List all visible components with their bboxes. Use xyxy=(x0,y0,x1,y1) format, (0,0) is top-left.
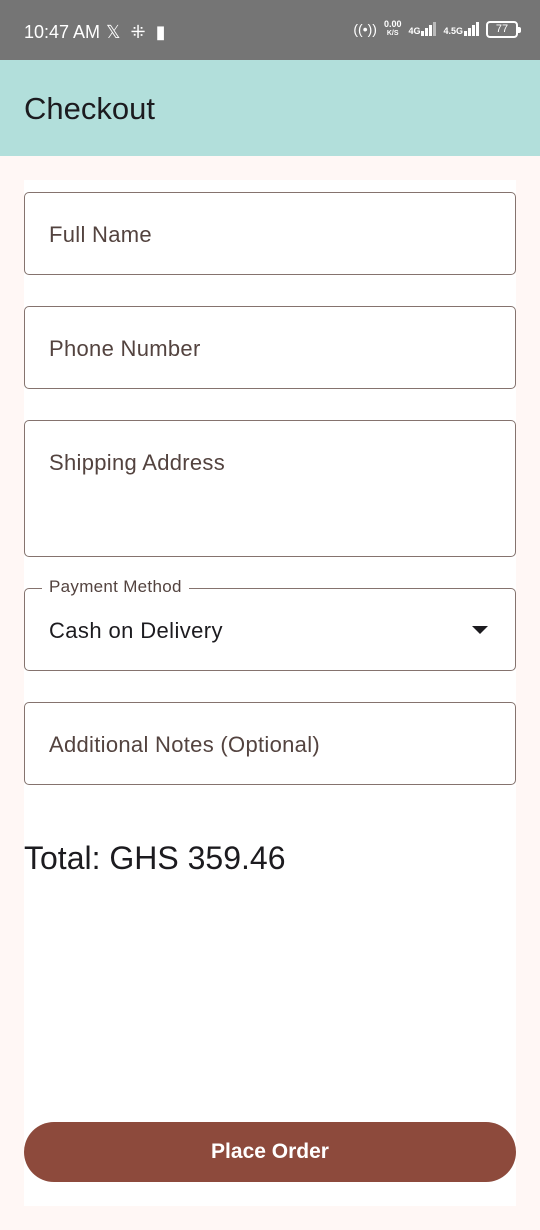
app-grid-icon: ⁜ xyxy=(130,22,146,42)
status-time: 10:47 AM xyxy=(24,22,101,42)
checkout-form: Full Name Phone Number Shipping Address … xyxy=(24,180,516,1206)
shipping-address-placeholder: Shipping Address xyxy=(49,450,226,475)
full-name-placeholder: Full Name xyxy=(49,222,152,247)
full-name-field[interactable]: Full Name xyxy=(24,192,516,275)
status-bar: 10:47 AM 𝕏 ⁜ ▮ ((•)) 0.00 K/S 4G 4.5G 77 xyxy=(0,0,540,60)
signal-icon: 4G xyxy=(408,22,437,36)
payment-method-label: Payment Method xyxy=(42,577,189,597)
page-title: Checkout xyxy=(24,91,155,126)
additional-notes-field[interactable]: Additional Notes (Optional) xyxy=(24,702,516,785)
phone-number-field[interactable]: Phone Number xyxy=(24,306,516,389)
signal-icon-2: 4.5G xyxy=(443,22,479,36)
payment-method-dropdown[interactable]: Payment Method Cash on Delivery xyxy=(24,577,516,671)
place-order-button[interactable]: Place Order xyxy=(24,1122,516,1182)
network-speed: 0.00 K/S xyxy=(383,19,402,38)
payment-method-value: Cash on Delivery xyxy=(49,618,223,643)
x-app-icon: 𝕏 xyxy=(106,22,121,42)
battery-icon: 77 xyxy=(486,20,521,38)
shipping-address-field[interactable]: Shipping Address xyxy=(24,420,516,557)
dropdown-arrow-icon[interactable] xyxy=(472,626,488,634)
additional-notes-placeholder: Additional Notes (Optional) xyxy=(49,732,321,757)
phone-number-placeholder: Phone Number xyxy=(49,336,201,361)
order-total: Total: GHS 359.46 xyxy=(24,840,286,876)
hotspot-icon: ((•)) xyxy=(353,21,377,37)
sd-card-icon: ▮ xyxy=(155,22,166,42)
app-bar: Checkout xyxy=(0,60,540,156)
